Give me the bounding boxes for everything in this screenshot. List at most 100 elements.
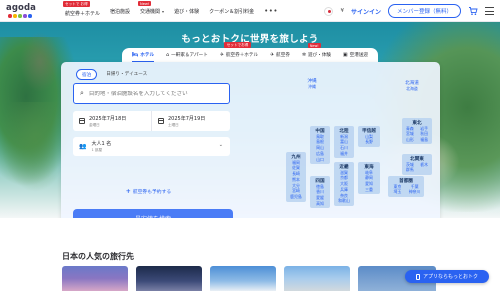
japan-flag-icon[interactable] — [324, 6, 334, 16]
region-heading: 甲信越 — [362, 128, 376, 134]
top-header: agoda セットで お得 航空券＋ホテル 宿泊施設 New! 交通機関 ▾ 遊… — [0, 0, 500, 22]
region-kyushu[interactable]: 九州 福岡 佐賀 長崎 熊本 大分 宮崎 鹿児島 — [286, 152, 306, 202]
destination-input[interactable] — [88, 90, 219, 97]
region-shutoken[interactable]: 首都圏 東京 千葉 埼玉 神奈川 — [388, 176, 424, 197]
nav-label: クーポン＆割引料金 — [209, 8, 255, 15]
pref-saitama[interactable]: 埼玉 — [390, 189, 406, 195]
region-shikoku[interactable]: 四国 徳島 香川 愛媛 高知 — [310, 176, 330, 209]
pref-fukui[interactable]: 福井 — [336, 151, 353, 157]
logo-dot-blue — [28, 14, 32, 18]
hero-banner: もっとおトクに世界を旅しよう 🛏 ホテル ⌂ 一軒家＆アパート セットでお得 ✈… — [0, 22, 500, 218]
tab-label: 一軒家＆アパート — [171, 53, 208, 58]
nav-coupons[interactable]: クーポン＆割引料金 — [204, 0, 259, 22]
region-koshinetsu[interactable]: 甲信越 山梨 長野 — [358, 126, 380, 147]
pref-yamagata[interactable]: 山形 — [404, 137, 417, 143]
signin-link[interactable]: サインイン — [351, 7, 381, 16]
region-chugoku[interactable]: 中国 鳥取 島根 岡山 広島 山口 — [310, 126, 330, 164]
destination-field[interactable]: ⌕ — [73, 83, 230, 104]
guests-count: 大人1 名 — [91, 141, 112, 147]
tab-label: ホテル — [140, 52, 155, 58]
region-tokai[interactable]: 東海 岐阜 静岡 愛知 三重 — [358, 162, 380, 195]
search-panel: 宿泊 日帰り・デイユース ⌕ 2025年7月18日 金曜日 2025年7月19日… — [61, 62, 440, 218]
nav-activities[interactable]: 遊び・体験 — [169, 0, 204, 22]
app-promo-button[interactable]: アプリならもっとおトク — [405, 270, 489, 283]
pref-okinawa[interactable]: 沖縄 — [299, 84, 326, 90]
plus-icon: + — [125, 188, 131, 195]
app-promo-label: アプリならもっとおトク — [422, 274, 478, 280]
plane-icon: ✈ — [219, 52, 224, 58]
tab-hotels[interactable]: 🛏 ホテル — [131, 48, 155, 62]
plane-icon: ✈ — [269, 52, 275, 58]
stay-dayuse-option[interactable]: 日帰り・デイユース — [101, 69, 152, 80]
region-hokuriku[interactable]: 北陸 新潟 富山 石川 福井 — [334, 126, 354, 159]
more-menu-icon[interactable]: ••• — [259, 0, 283, 22]
stay-overnight-option[interactable]: 宿泊 — [76, 69, 98, 80]
nav-label: 航空券＋ホテル — [65, 10, 101, 17]
tab-badge-set: セットでお得 — [223, 42, 252, 48]
region-okinawa[interactable]: 沖縄 沖縄 — [297, 76, 327, 91]
product-tabs: 🛏 ホテル ⌂ 一軒家＆アパート セットでお得 ✈ 航空券＋ホテル ✈ 航空券 … — [122, 42, 378, 62]
tab-activities[interactable]: New! ✲ 遊び・体験 — [302, 43, 332, 62]
checkout-field[interactable]: 2025年7月19日 土曜日 — [151, 111, 230, 131]
pref-fukushima[interactable]: 福島 — [418, 137, 431, 143]
nav-transport[interactable]: New! 交通機関 ▾ — [135, 0, 169, 22]
guests-selector[interactable]: 👥 大人1 名 1 部屋 ⌄ — [73, 137, 230, 156]
bed-icon: 🛏 — [131, 51, 139, 58]
tab-homes[interactable]: ⌂ 一軒家＆アパート — [166, 48, 208, 62]
pref-yamaguchi[interactable]: 山口 — [312, 157, 329, 163]
nav-accommodation[interactable]: 宿泊施設 — [105, 0, 135, 22]
region-kinki[interactable]: 近畿 滋賀 京都 大阪 兵庫 奈良 和歌山 — [334, 162, 354, 206]
search-button[interactable]: 最安値を検索 — [73, 209, 233, 218]
people-icon: 👥 — [79, 143, 87, 150]
pref-hokkaido[interactable]: 北海道 — [394, 86, 431, 92]
pref-kagoshima[interactable]: 鹿児島 — [288, 194, 305, 200]
chevron-down-icon: ▾ — [162, 8, 165, 14]
checkin-weekday: 金曜日 — [89, 122, 100, 127]
currency-selector[interactable]: ¥ — [340, 8, 344, 14]
logo-dot-purple — [23, 14, 27, 18]
nav-label: 宿泊施設 — [110, 8, 131, 15]
header-actions: ¥ サインイン メンバー登録（無料） — [324, 0, 494, 22]
destination-card-image[interactable] — [284, 266, 350, 291]
car-icon: ▣ — [342, 52, 348, 58]
pref-tochigi[interactable]: 栃木 — [418, 162, 431, 168]
tab-airport-transfer[interactable]: ▣ 空港送迎 — [343, 48, 368, 62]
calendar-icon — [158, 118, 164, 124]
add-flight-link[interactable]: + 航空券も予約する — [61, 188, 236, 195]
cart-icon-svg — [469, 7, 478, 15]
member-signup-button[interactable]: メンバー登録（無料） — [387, 4, 461, 18]
destination-card-image[interactable] — [62, 266, 128, 291]
house-icon: ⌂ — [165, 52, 170, 58]
popular-destinations-title: 日本の人気の旅行先 — [62, 252, 134, 261]
pref-wakayama[interactable]: 和歌山 — [336, 198, 353, 204]
tab-flight-hotel[interactable]: セットでお得 ✈ 航空券＋ホテル — [219, 42, 258, 62]
checkin-field[interactable]: 2025年7月18日 金曜日 — [73, 111, 151, 131]
hero-foliage-left — [0, 102, 70, 192]
destination-card-image[interactable] — [136, 266, 202, 291]
tab-badge-new: New! — [307, 43, 321, 48]
tab-label: 遊び・体験 — [308, 53, 332, 58]
chevron-down-icon: ⌄ — [218, 142, 223, 148]
nav-flight-hotel[interactable]: セットで お得 航空券＋ホテル — [60, 0, 105, 22]
pref-kanagawa[interactable]: 神奈川 — [407, 189, 423, 195]
logo-dot-red — [8, 14, 12, 18]
pref-gunma[interactable]: 群馬 — [404, 167, 417, 173]
tab-flights[interactable]: ✈ 航空券 — [270, 48, 290, 62]
region-hokkaido[interactable]: 北海道 北海道 — [392, 78, 432, 93]
calendar-icon — [79, 118, 85, 124]
region-tohoku[interactable]: 東北 青森 岩手 宮城 秋田 山形 福島 — [402, 118, 432, 145]
cart-icon[interactable] — [468, 6, 478, 16]
checkout-date: 2025年7月19日 — [168, 115, 206, 122]
nav-badge-new: New! — [138, 1, 152, 6]
pref-mie[interactable]: 三重 — [360, 187, 379, 193]
logo-dots — [8, 14, 32, 18]
pref-nagano[interactable]: 長野 — [360, 139, 379, 145]
pref-kochi[interactable]: 高知 — [312, 201, 329, 207]
region-kitakanto[interactable]: 北関東 茨城 栃木 群馬 — [402, 154, 432, 175]
japan-region-map: 沖縄 沖縄 北海道 北海道 東北 青森 岩手 宮城 秋田 山形 福島 中国 鳥取… — [270, 70, 436, 218]
hamburger-menu-icon[interactable] — [485, 7, 494, 15]
main-nav: セットで お得 航空券＋ホテル 宿泊施設 New! 交通機関 ▾ 遊び・体験 ク… — [60, 0, 283, 22]
stay-type-toggle: 宿泊 日帰り・デイユース — [76, 69, 152, 80]
destination-card-image[interactable] — [210, 266, 276, 291]
rooms-count: 1 部屋 — [91, 148, 103, 152]
